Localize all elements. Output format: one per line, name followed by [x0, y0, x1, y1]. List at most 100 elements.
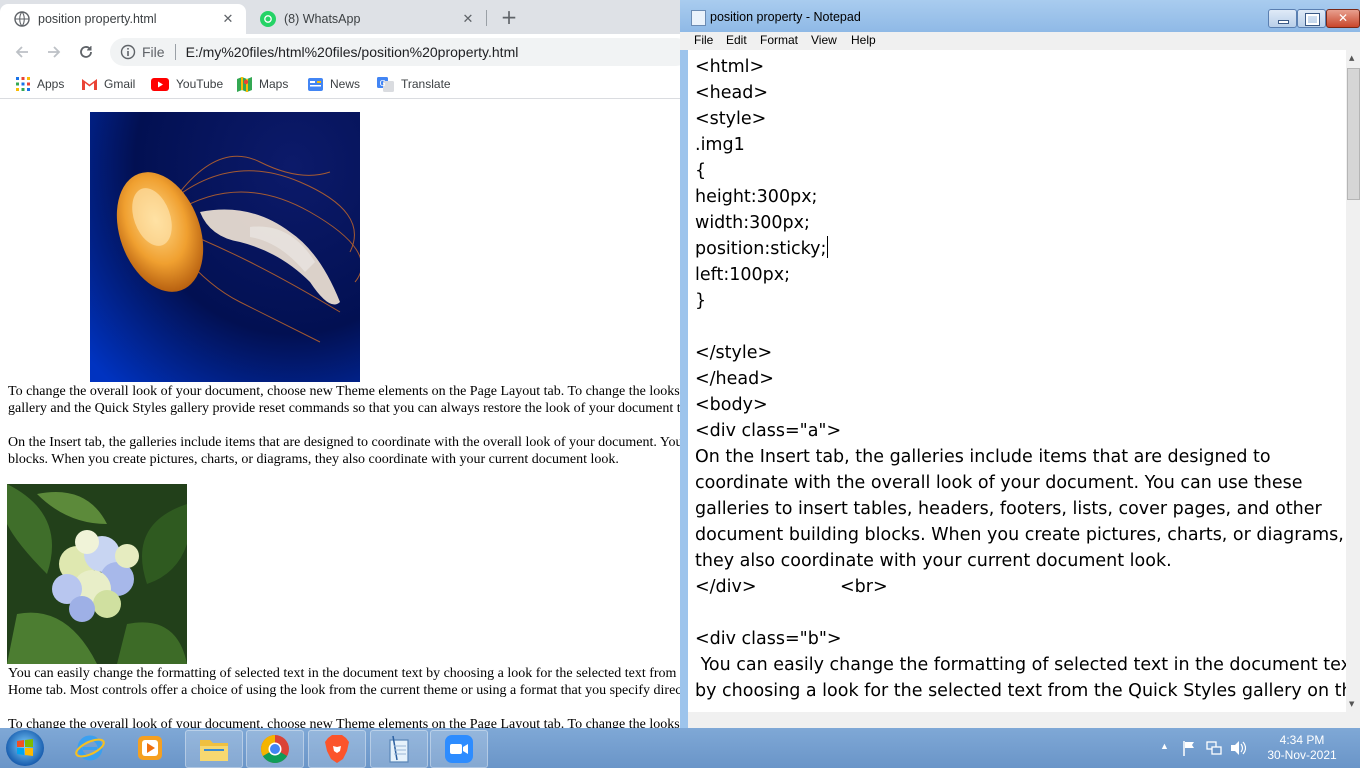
bookmarks-bar: Apps Gmail YouTube Maps News G Translate	[0, 70, 680, 99]
separator	[174, 44, 176, 60]
news-icon	[308, 77, 323, 92]
zoom-icon	[445, 735, 473, 763]
menu-help[interactable]: Help	[851, 33, 876, 47]
action-center-flag-icon[interactable]	[1182, 740, 1196, 756]
back-button[interactable]	[10, 40, 34, 64]
arrow-right-icon	[48, 46, 61, 58]
forward-button[interactable]	[42, 40, 66, 64]
maximize-icon	[1305, 13, 1320, 26]
translate-icon: G	[376, 76, 394, 92]
whatsapp-icon	[260, 11, 276, 27]
tab-title: position property.html	[38, 12, 157, 26]
youtube-icon	[151, 77, 169, 92]
reload-icon	[80, 46, 92, 58]
scroll-down-icon[interactable]: ▼	[1349, 700, 1354, 708]
taskbar-brave[interactable]	[308, 730, 366, 768]
windows-logo-icon	[17, 739, 33, 756]
paragraph: You can easily change the formatting of …	[8, 666, 680, 681]
notepad-window: position property - Notepad ✕ File Edit …	[680, 0, 1360, 728]
close-icon[interactable]: ✕	[460, 11, 476, 27]
hydrangea-image	[7, 484, 187, 664]
paragraph: To change the overall look of your docum…	[8, 384, 680, 399]
taskbar-internet-explorer[interactable]	[62, 730, 118, 766]
tab-position-property[interactable]: position property.html ✕	[0, 4, 246, 34]
network-icon[interactable]	[1206, 740, 1222, 756]
minimize-button[interactable]	[1268, 9, 1297, 28]
chrome-icon	[261, 735, 289, 763]
taskbar-media-player[interactable]	[122, 730, 178, 766]
bookmark-gmail[interactable]: Gmail	[82, 76, 135, 92]
svg-text:G: G	[379, 79, 385, 88]
menu-bar: File Edit Format View Help	[680, 32, 1360, 50]
paragraph: gallery and the Quick Styles gallery pro…	[8, 401, 680, 416]
arrow-left-icon	[15, 46, 28, 58]
paragraph: blocks. When you create pictures, charts…	[8, 452, 619, 467]
scroll-up-icon[interactable]: ▲	[1349, 54, 1354, 62]
notepad-app-icon	[389, 735, 409, 763]
notepad-icon	[691, 10, 706, 26]
info-icon	[120, 44, 136, 60]
gmail-icon	[82, 77, 97, 92]
bookmark-news[interactable]: News	[308, 76, 360, 92]
taskbar-file-explorer[interactable]	[185, 730, 243, 768]
page-content: To change the overall look of your docum…	[0, 103, 680, 728]
text-caret	[827, 236, 828, 258]
maps-icon	[237, 76, 252, 92]
tab-whatsapp[interactable]: (8) WhatsApp ✕	[246, 4, 486, 34]
vertical-scrollbar[interactable]: ▲ ▼	[1346, 50, 1360, 712]
tab-strip: position property.html ✕ (8) WhatsApp ✕ …	[0, 0, 680, 34]
new-tab-button[interactable]: +	[498, 7, 520, 29]
taskbar-notepad[interactable]	[370, 730, 428, 768]
folder-icon	[200, 740, 228, 761]
tab-title: (8) WhatsApp	[284, 12, 361, 26]
notepad-titlebar[interactable]: position property - Notepad ✕	[680, 0, 1360, 32]
volume-icon[interactable]	[1230, 740, 1246, 756]
minimize-icon	[1278, 20, 1289, 24]
bookmark-apps[interactable]: Apps	[15, 76, 64, 92]
brave-icon	[325, 735, 349, 763]
bookmark-maps[interactable]: Maps	[237, 76, 288, 92]
close-button[interactable]: ✕	[1326, 9, 1360, 28]
close-icon: ✕	[1337, 11, 1349, 25]
bookmark-label: Maps	[259, 77, 289, 91]
address-bar[interactable]: File E:/my%20files/html%20files/position…	[110, 38, 680, 66]
tab-divider	[486, 10, 487, 26]
reload-button[interactable]	[74, 40, 98, 64]
menu-view[interactable]: View	[811, 33, 837, 47]
menu-file[interactable]: File	[694, 33, 713, 47]
clock[interactable]: 4:34 PM 30-Nov-2021	[1262, 733, 1342, 763]
text-editor[interactable]: <html> <head> <style> .img1 { height:300…	[688, 50, 1346, 712]
globe-icon	[14, 11, 30, 27]
internet-explorer-icon	[75, 735, 105, 761]
browser-toolbar: File E:/my%20files/html%20files/position…	[0, 34, 680, 70]
bookmark-label: News	[330, 77, 361, 91]
media-player-icon	[138, 736, 162, 760]
show-hidden-icons-icon[interactable]: ▲	[1160, 741, 1169, 751]
scrollbar-thumb[interactable]	[1347, 68, 1360, 200]
horizontal-scrollbar[interactable]	[688, 712, 1360, 728]
bookmark-translate[interactable]: G Translate	[376, 76, 451, 92]
bookmark-label: Gmail	[104, 77, 136, 91]
menu-edit[interactable]: Edit	[726, 33, 747, 47]
menu-format[interactable]: Format	[760, 33, 798, 47]
clock-date: 30-Nov-2021	[1267, 748, 1337, 762]
clock-time: 4:34 PM	[1279, 733, 1325, 747]
browser-window: position property.html ✕ (8) WhatsApp ✕ …	[0, 0, 681, 728]
start-button[interactable]	[6, 730, 44, 766]
url-text: E:/my%20files/html%20files/position%20pr…	[185, 44, 519, 60]
maximize-button[interactable]	[1297, 9, 1326, 28]
bookmark-label: Apps	[37, 77, 65, 91]
window-title: position property - Notepad	[710, 10, 861, 24]
paragraph: To change the overall look of your docum…	[8, 717, 680, 728]
paragraph: Home tab. Most controls offer a choice o…	[8, 683, 680, 698]
paragraph: On the Insert tab, the galleries include…	[8, 435, 680, 450]
bookmark-label: Translate	[401, 77, 451, 91]
close-icon[interactable]: ✕	[220, 11, 236, 27]
editor-text: <html> <head> <style> .img1 { height:300…	[695, 57, 1346, 701]
taskbar: ▲ 4:34 PM 30-Nov-2021	[0, 728, 1360, 768]
bookmark-youtube[interactable]: YouTube	[151, 76, 223, 92]
bookmark-label: YouTube	[176, 77, 224, 91]
file-label: File	[142, 44, 165, 60]
taskbar-chrome[interactable]	[246, 730, 304, 768]
taskbar-zoom[interactable]	[430, 730, 488, 768]
